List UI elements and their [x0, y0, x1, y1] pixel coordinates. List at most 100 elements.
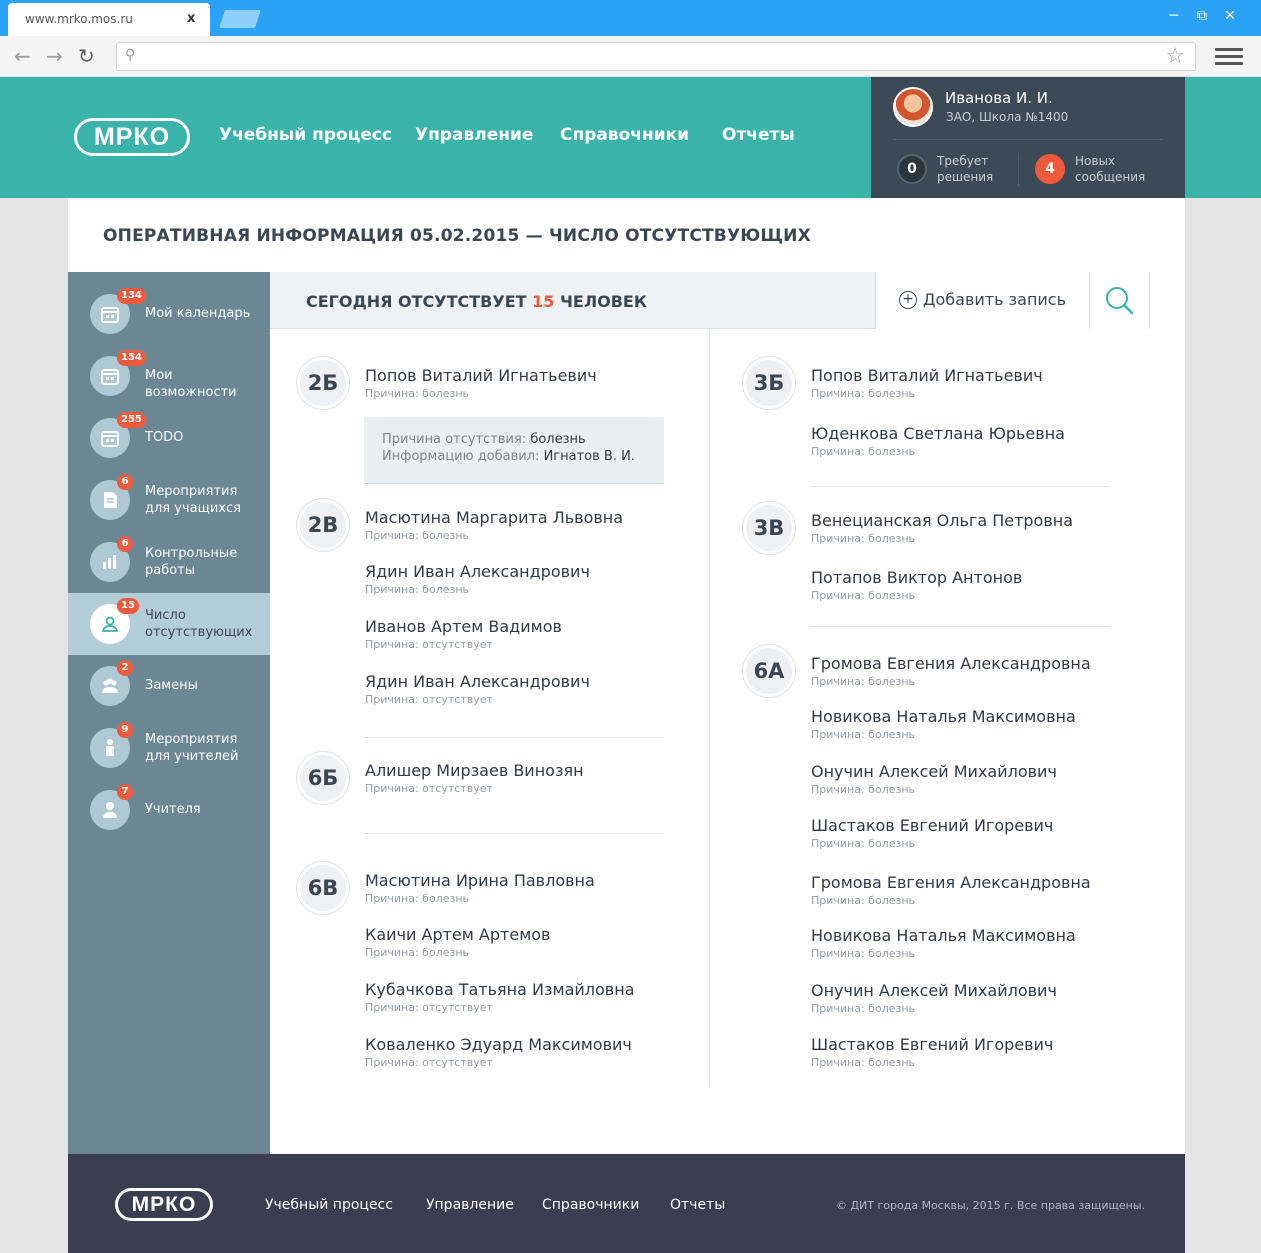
- mrko-logo[interactable]: МРКО: [74, 118, 190, 156]
- browser-menu-icon[interactable]: [1215, 48, 1243, 66]
- class-badge[interactable]: 6В: [297, 862, 349, 914]
- absence-reason: Причина: болезнь: [811, 837, 916, 850]
- bookmark-star-icon[interactable]: ☆: [1165, 44, 1185, 69]
- column-divider: [709, 331, 710, 1087]
- sidebar-item[interactable]: 9 Мероприятия для учителей: [68, 717, 270, 779]
- class-badge[interactable]: 6А: [743, 645, 795, 697]
- student-name: Ядин Иван Александрович: [365, 562, 590, 581]
- list-item[interactable]: Коваленко Эдуард Максимович Причина: отсу…: [365, 1035, 632, 1069]
- sidebar-item-label: Мероприятия для учащихся: [145, 484, 241, 516]
- reload-icon[interactable]: ↻: [78, 44, 95, 68]
- list-item[interactable]: Громова Евгения Александровна Причина: бо…: [811, 654, 1091, 688]
- absent-suffix: ЧЕЛОВЕК: [559, 292, 647, 311]
- footer-nav-uchebny-process[interactable]: Учебный процесс: [265, 1197, 393, 1213]
- class-badge[interactable]: 3В: [743, 502, 795, 554]
- nav-otchety[interactable]: Отчеты: [722, 125, 795, 145]
- content-header: СЕГОДНЯ ОТСУТСТВУЕТ 15 ЧЕЛОВЕК + Добавит…: [270, 272, 1150, 329]
- sidebar-badge: 7: [117, 784, 133, 800]
- absence-reason: Причина: болезнь: [811, 589, 916, 602]
- add-record-label: Добавить запись: [923, 290, 1067, 309]
- pending-label[interactable]: Требует решения: [937, 153, 1017, 185]
- new-tab-button[interactable]: [219, 10, 261, 28]
- list-item[interactable]: Каичи Артем Артемов Причина: болезнь: [365, 925, 550, 959]
- sidebar-item[interactable]: 6 Мероприятия для учащихся: [68, 469, 270, 531]
- list-item[interactable]: Алишер Мирзаев Винозян Причина: отсутству…: [365, 761, 584, 795]
- class-badge[interactable]: 3Б: [743, 357, 795, 409]
- list-item[interactable]: Венецианская Ольга Петровна Причина: боле…: [811, 511, 1073, 545]
- sidebar-item[interactable]: 6 Контрольные работы: [68, 531, 270, 593]
- list-item[interactable]: Онучин Алексей Михайлович Причина: болезн…: [811, 981, 1057, 1015]
- pending-count-badge[interactable]: 0: [897, 154, 927, 184]
- list-item[interactable]: Попов Виталий Игнатьевич Причина: болезнь: [811, 366, 1043, 400]
- footer-nav-otchety[interactable]: Отчеты: [670, 1197, 725, 1213]
- absence-reason: Причина: болезнь: [811, 675, 916, 688]
- class-badge[interactable]: 2Б: [297, 357, 349, 409]
- list-item[interactable]: Потапов Виктор Антонов Причина: болезнь: [811, 568, 1022, 602]
- restore-icon[interactable]: ⧉: [1194, 8, 1210, 24]
- sidebar-item[interactable]: 255 TODO: [68, 407, 270, 469]
- student-name: Юденкова Светлана Юрьевна: [811, 424, 1065, 443]
- class-badge[interactable]: 6Б: [297, 752, 349, 804]
- sidebar-item[interactable]: 2 Замены: [68, 655, 270, 717]
- absence-reason: Причина: отсутствует: [365, 1056, 493, 1069]
- browser-toolbar: ← → ↻ ⚲ ☆: [0, 36, 1261, 77]
- sidebar-badge: 15: [117, 598, 139, 614]
- minimize-icon[interactable]: ─: [1166, 8, 1182, 24]
- nav-spravochniki[interactable]: Справочники: [560, 125, 689, 145]
- messages-label[interactable]: Новых сообщения: [1075, 153, 1155, 185]
- footer-nav-spravochniki[interactable]: Справочники: [542, 1197, 639, 1213]
- tab-close-button[interactable]: x: [187, 11, 195, 26]
- list-item[interactable]: Масютина Маргарита Львовна Причина: болез…: [365, 508, 623, 542]
- nav-upravlenie[interactable]: Управление: [415, 125, 533, 145]
- avatar[interactable]: [893, 87, 933, 127]
- tab-title: www.mrko.mos.ru: [25, 12, 133, 26]
- list-item[interactable]: Громова Евгения Александровна Причина: бо…: [811, 873, 1091, 907]
- sidebar: 134 Мой календарь 154 Мои возможности 255 TOD…: [68, 272, 270, 1154]
- student-name: Венецианская Ольга Петровна: [811, 511, 1074, 530]
- student-name: Шастаков Евгений Игоревич: [811, 1035, 1054, 1054]
- nav-uchebny-process[interactable]: Учебный процесс: [219, 125, 392, 145]
- divider: [810, 486, 1110, 487]
- add-record-button[interactable]: + Добавить запись: [875, 272, 1090, 329]
- list-item[interactable]: Ядин Иван Александрович Причина: болезнь: [365, 562, 590, 596]
- absence-reason: Причина: болезнь: [365, 529, 470, 542]
- sidebar-item[interactable]: 7 Учителя: [68, 779, 270, 841]
- sidebar-item[interactable]: 15 Число отсутствующих: [68, 593, 270, 655]
- list-item[interactable]: Ядин Иван Александрович Причина: отсутств…: [365, 672, 590, 706]
- back-icon[interactable]: ←: [14, 44, 31, 68]
- list-item[interactable]: Новикова Наталья Максимовна Причина: боле…: [811, 707, 1076, 741]
- footer: МРКО Учебный процесс Управление Справочн…: [68, 1154, 1185, 1253]
- sidebar-badge: 134: [117, 288, 146, 304]
- list-item[interactable]: Иванов Артем Вадимов Причина: отсутствует: [365, 617, 562, 651]
- class-badge[interactable]: 2В: [297, 499, 349, 551]
- user-name[interactable]: Иванова И. И.: [945, 89, 1053, 107]
- close-window-icon[interactable]: ✕: [1222, 8, 1238, 24]
- reason-label: Причина отсутствия:: [382, 432, 527, 447]
- sidebar-item[interactable]: 154 Мои возможности: [68, 345, 270, 407]
- search-button[interactable]: [1090, 272, 1150, 329]
- list-item[interactable]: Онучин Алексей Михайлович Причина: болезн…: [811, 762, 1057, 796]
- list-item[interactable]: Кубачкова Татьяна Измайловна Причина: отс…: [365, 980, 635, 1014]
- absent-count: 15: [532, 292, 555, 311]
- student-name: Потапов Виктор Антонов: [811, 568, 1023, 587]
- sidebar-item[interactable]: 134 Мой календарь: [68, 283, 270, 345]
- student-name: Масютина Маргарита Львовна: [365, 508, 624, 527]
- footer-logo[interactable]: МРКО: [115, 1188, 213, 1221]
- copyright: © ДИТ города Москвы, 2015 г. Все права з…: [835, 1199, 1145, 1212]
- list-item[interactable]: Масютина Ирина Павловна Причина: болезнь: [365, 871, 595, 905]
- student-name: Иванов Артем Вадимов: [365, 617, 562, 636]
- list-item[interactable]: Новикова Наталья Максимовна Причина: боле…: [811, 926, 1076, 960]
- list-item[interactable]: Шастаков Евгений Игоревич Причина: болезн…: [811, 816, 1053, 850]
- list-item[interactable]: Шастаков Евгений Игоревич Причина: болезн…: [811, 1035, 1053, 1069]
- user-school: ЗАО, Школа №1400: [946, 110, 1069, 124]
- student-name: Ядин Иван Александрович: [365, 672, 590, 691]
- list-item[interactable]: Попов Виталий Игнатьевич Причина: болезнь: [365, 366, 597, 400]
- messages-count-badge[interactable]: 4: [1035, 154, 1065, 184]
- address-bar[interactable]: ⚲ ☆: [116, 42, 1196, 71]
- sidebar-badge: 6: [117, 474, 133, 490]
- student-name: Алишер Мирзаев Винозян: [365, 761, 584, 780]
- forward-icon[interactable]: →: [46, 44, 63, 68]
- list-item[interactable]: Юденкова Светлана Юрьевна Причина: болезн…: [811, 424, 1065, 458]
- browser-tab[interactable]: www.mrko.mos.ru x: [8, 3, 210, 36]
- footer-nav-upravlenie[interactable]: Управление: [426, 1197, 514, 1213]
